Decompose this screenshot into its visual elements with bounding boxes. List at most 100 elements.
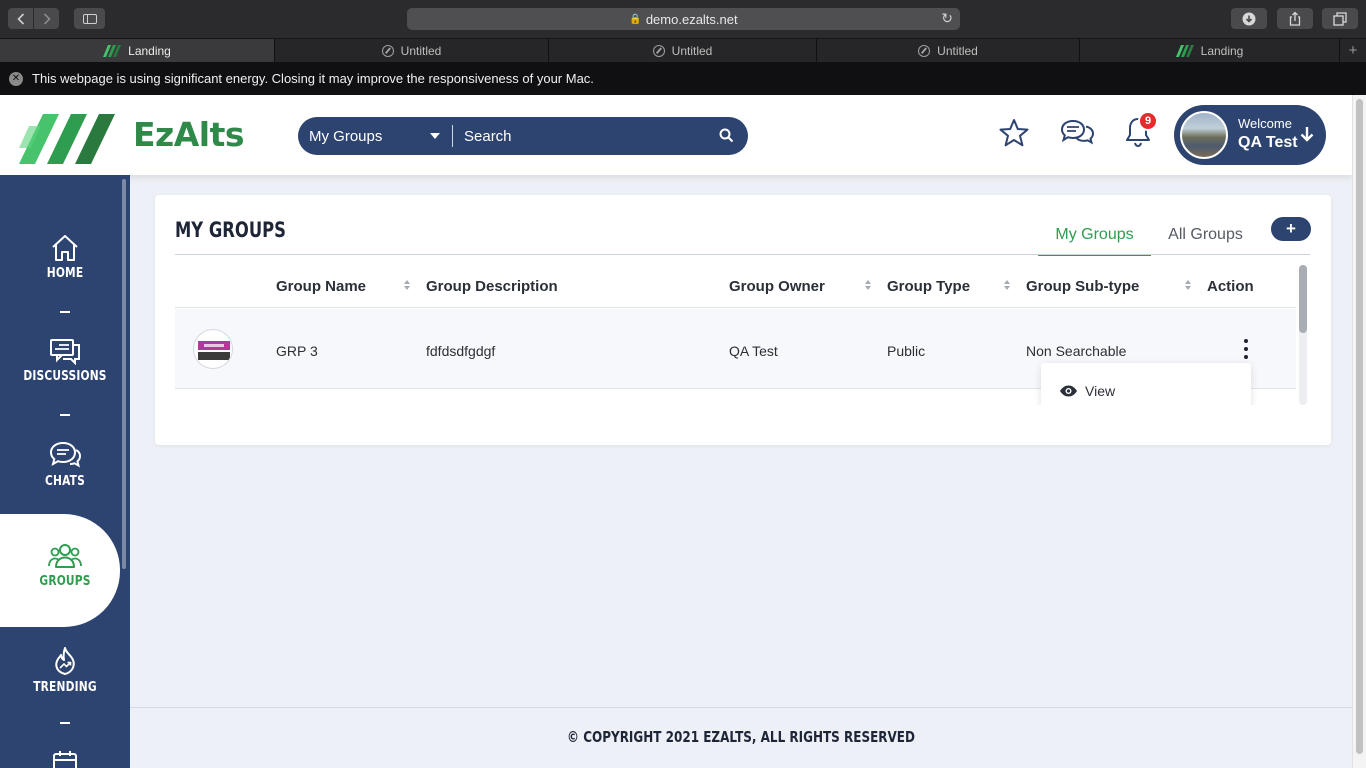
browser-tab-3[interactable]: Untitled	[549, 39, 817, 63]
user-welcome-text: Welcome	[1238, 116, 1292, 131]
column-header-group-owner[interactable]: Group Owner	[729, 278, 825, 295]
group-description-cell: fdfdsdfgdgf	[426, 343, 496, 359]
browser-tab-5[interactable]: Landing	[1080, 39, 1340, 63]
url-text: demo.ezalts.net	[645, 11, 738, 27]
sidebar-item-label: GROUPS	[39, 574, 91, 589]
left-sidebar: HOME DISCUSSIONS CHATS GROUPS TRENDING	[0, 175, 130, 768]
back-button[interactable]	[8, 8, 33, 29]
energy-warning-text: This webpage is using significant energy…	[32, 71, 594, 86]
chevron-right-icon	[43, 12, 51, 25]
history-nav	[8, 8, 59, 29]
sidebar-icon	[82, 13, 97, 24]
home-icon	[0, 234, 130, 262]
column-header-group-description: Group Description	[426, 278, 558, 295]
search-scope-select[interactable]: My Groups	[298, 125, 453, 147]
tab-label: Landing	[128, 44, 171, 58]
chevron-left-icon	[16, 12, 24, 25]
sidebar-item-label: DISCUSSIONS	[23, 369, 107, 384]
sidebar-item-chats[interactable]: CHATS	[0, 440, 130, 489]
tab-all-groups[interactable]: All Groups	[1163, 226, 1248, 256]
browser-tab-1[interactable]: Landing	[0, 39, 275, 63]
messages-icon[interactable]	[1060, 117, 1096, 154]
group-name-cell: GRP 3	[276, 343, 318, 359]
group-avatar	[193, 329, 233, 369]
ezalts-favicon-icon	[1175, 45, 1194, 57]
forward-button[interactable]	[34, 8, 59, 29]
eye-icon	[1060, 385, 1077, 397]
tab-label: Untitled	[671, 44, 713, 58]
tab-label: Untitled	[400, 44, 442, 58]
menu-item-view[interactable]: View	[1059, 383, 1115, 399]
groups-icon	[0, 542, 130, 570]
menu-item-label: View	[1085, 383, 1116, 399]
new-tab-button[interactable]: +	[1340, 39, 1366, 62]
compass-icon	[652, 45, 665, 57]
column-header-group-name[interactable]: Group Name	[276, 278, 366, 295]
browser-tab-2[interactable]: Untitled	[275, 39, 549, 63]
sidebar-item-label: CHATS	[45, 474, 85, 489]
group-subtype-cell: Non Searchable	[1026, 343, 1127, 359]
column-header-action: Action	[1207, 278, 1254, 295]
chat-icon	[0, 440, 130, 470]
group-type-cell: Public	[887, 343, 926, 359]
sidebar-toggle-button[interactable]	[74, 8, 105, 29]
downloads-button[interactable]	[1231, 8, 1267, 29]
sidebar-item-discussions[interactable]: DISCUSSIONS	[0, 337, 130, 384]
sidebar-item-trending[interactable]: TRENDING	[0, 646, 130, 695]
caret-down-icon	[430, 133, 440, 139]
arrow-down-icon	[1300, 126, 1314, 147]
sidebar-divider	[60, 311, 70, 313]
search-input[interactable]	[453, 117, 748, 155]
download-icon	[1242, 12, 1256, 25]
tab-overview-button[interactable]	[1322, 8, 1358, 29]
sort-icon[interactable]	[865, 280, 872, 292]
search-icon[interactable]	[719, 128, 734, 148]
sidebar-item-label: TRENDING	[33, 680, 97, 695]
table-header: Group Name Group Description Group Owner…	[175, 265, 1296, 308]
copyright-text: © COPYRIGHT 2021 EZALTS, ALL RIGHTS RESE…	[567, 728, 915, 746]
share-icon	[1289, 11, 1301, 26]
browser-tab-4[interactable]: Untitled	[817, 39, 1080, 63]
notification-count-badge: 9	[1138, 111, 1158, 131]
user-name: QA Test	[1238, 134, 1298, 151]
share-button[interactable]	[1277, 8, 1313, 29]
close-icon[interactable]: ✕	[9, 71, 23, 86]
logo-text: EzAlts	[133, 114, 245, 154]
group-owner-cell: QA Test	[729, 343, 778, 359]
sidebar-item-label: HOME	[46, 266, 84, 281]
ezalts-logo-icon	[19, 114, 115, 164]
page-title: MY GROUPS	[175, 218, 286, 242]
address-bar[interactable]: 🔒 demo.ezalts.net ↻	[407, 8, 960, 30]
action-dropdown-menu: View	[1041, 363, 1251, 405]
sidebar-item-groups[interactable]: GROUPS	[0, 542, 130, 589]
add-group-button[interactable]: +	[1271, 217, 1311, 241]
sidebar-item-home[interactable]: HOME	[0, 234, 130, 281]
sidebar-item-calendar[interactable]	[0, 750, 130, 768]
my-groups-card: MY GROUPS My Groups All Groups + Group N…	[155, 195, 1331, 445]
column-header-group-type[interactable]: Group Type	[887, 278, 970, 295]
sort-icon[interactable]	[404, 280, 411, 292]
groups-table: Group Name Group Description Group Owner…	[175, 265, 1310, 405]
tabs-overview-icon	[1333, 11, 1347, 26]
table-scrollbar[interactable]	[1299, 265, 1307, 405]
column-header-group-subtype[interactable]: Group Sub-type	[1026, 278, 1139, 295]
browser-tab-bar: Landing Untitled Untitled Untitled Landi…	[0, 38, 1366, 63]
tab-my-groups[interactable]: My Groups	[1038, 226, 1151, 256]
favorites-star-icon[interactable]	[998, 117, 1030, 154]
trending-icon	[0, 646, 130, 676]
user-menu[interactable]: Welcome QA Test	[1174, 105, 1326, 165]
sort-icon[interactable]	[1004, 280, 1011, 292]
app-header: EzAlts My Groups Welcome QA Test	[0, 95, 1352, 175]
more-vertical-icon[interactable]	[1243, 339, 1249, 359]
reload-icon[interactable]: ↻	[941, 10, 953, 27]
sidebar-divider	[60, 414, 70, 416]
ezalts-favicon-icon	[103, 45, 122, 57]
tab-label: Landing	[1200, 44, 1244, 58]
tab-divider	[175, 254, 1310, 255]
compass-icon	[381, 45, 394, 57]
calendar-icon	[0, 750, 130, 768]
ezalts-logo[interactable]: EzAlts	[19, 104, 245, 164]
page-scrollbar[interactable]	[1352, 95, 1366, 768]
sort-icon[interactable]	[1185, 280, 1192, 292]
page-footer: © COPYRIGHT 2021 EZALTS, ALL RIGHTS RESE…	[130, 707, 1352, 768]
